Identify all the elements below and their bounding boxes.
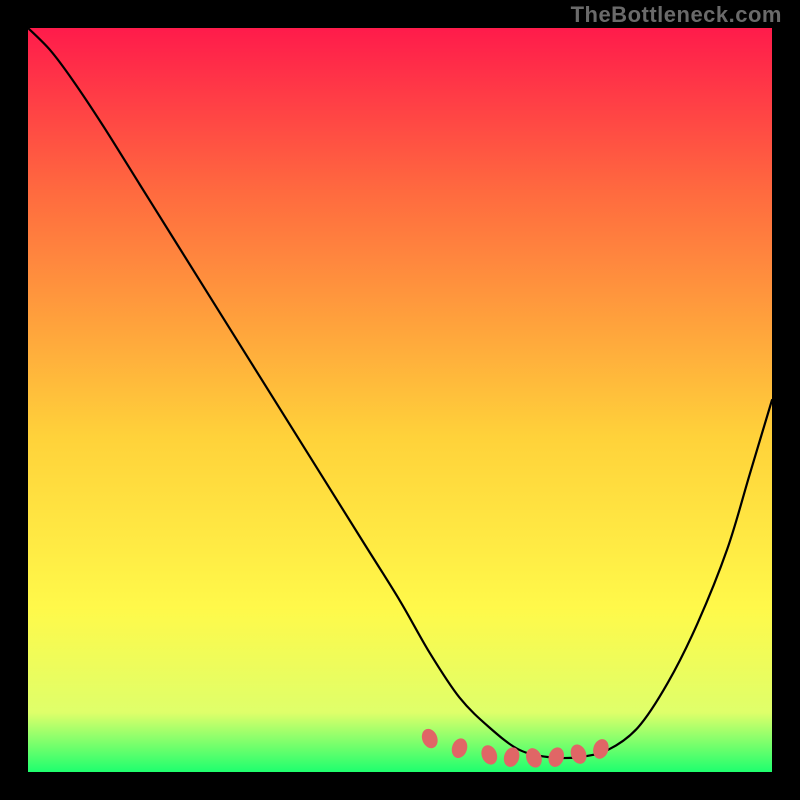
plot-svg — [28, 28, 772, 772]
watermark-text: TheBottleneck.com — [571, 2, 782, 28]
bottleneck-plot — [28, 28, 772, 772]
chart-stage: TheBottleneck.com — [0, 0, 800, 800]
plot-background-gradient — [28, 28, 772, 772]
